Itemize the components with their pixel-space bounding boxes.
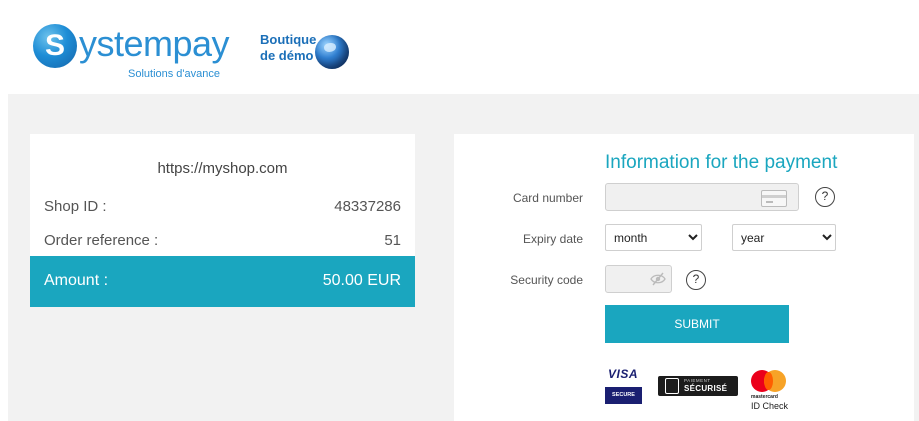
logo-word: ystempay	[79, 23, 230, 64]
payment-title: Information for the payment	[605, 152, 838, 173]
secure-badge-top: PAIEMENT	[684, 378, 711, 383]
card-number-help-icon[interactable]: ?	[815, 187, 835, 207]
demo-shop-line1: Boutique	[260, 32, 317, 47]
mastercard-id-check-badge: mastercard ID Check	[749, 367, 793, 417]
demo-shop-text: Boutique de démo	[260, 32, 316, 64]
globe-icon	[315, 35, 349, 69]
mastercard-overlap	[764, 372, 773, 390]
demo-shop-badge: Boutique de démo	[260, 30, 360, 74]
submit-button[interactable]: SUBMIT	[605, 305, 789, 343]
card-icon	[761, 190, 787, 207]
logo-tagline: Solutions d'avance	[128, 68, 220, 80]
order-reference-row: Order reference : 51	[44, 232, 401, 252]
mastercard-word: mastercard	[751, 394, 778, 400]
shop-id-value: 48337286	[334, 198, 401, 215]
amount-label: Amount :	[44, 272, 109, 289]
shop-url: https://myshop.com	[157, 160, 288, 177]
payment-form-panel: Information for the payment Card number …	[454, 134, 914, 421]
order-reference-value: 51	[384, 232, 401, 249]
order-reference-label: Order reference :	[44, 232, 159, 249]
expiry-date-label: Expiry date	[522, 232, 583, 246]
order-summary-panel: https://myshop.com Shop ID : 48337286 Or…	[30, 134, 415, 307]
card-number-label: Card number	[512, 191, 583, 205]
eye-slash-icon[interactable]	[650, 272, 666, 286]
mastercard-id-check: ID Check	[751, 401, 789, 411]
expiry-month-select[interactable]: month	[605, 224, 702, 251]
lock-icon	[665, 378, 679, 394]
security-code-help-icon[interactable]: ?	[686, 270, 706, 290]
amount-value: 50.00 EUR	[322, 272, 401, 289]
visa-logo-icon: VISA	[608, 367, 639, 381]
shop-id-label: Shop ID :	[44, 198, 107, 215]
systempay-logo: S ystempay Solutions d'avance	[33, 20, 243, 84]
expiry-year-select[interactable]: year	[732, 224, 836, 251]
visa-secure-label: SECURE	[605, 387, 642, 404]
amount-row: Amount : 50.00 EUR	[30, 256, 415, 307]
page-frame: S ystempay Solutions d'avance Boutique d…	[8, 8, 919, 421]
security-code-label: Security code	[510, 273, 583, 287]
header: S ystempay Solutions d'avance Boutique d…	[8, 8, 919, 94]
shop-id-row: Shop ID : 48337286	[44, 198, 401, 218]
visa-secure-badge: VISA SECURE	[605, 367, 643, 407]
logo-letter: S	[44, 29, 65, 62]
secure-badge-main: SÉCURISÉ	[684, 384, 728, 393]
secure-payment-badge: PAIEMENT SÉCURISÉ	[658, 376, 738, 396]
demo-shop-line2: de démo	[260, 48, 314, 63]
